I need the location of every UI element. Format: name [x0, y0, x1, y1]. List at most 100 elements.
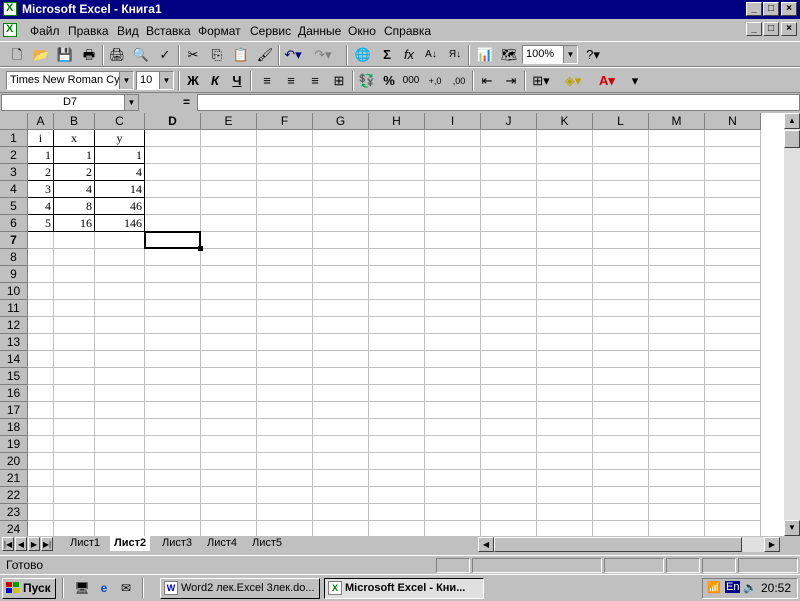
row-header-22[interactable]: 22 [0, 487, 28, 504]
cell-m19[interactable] [649, 436, 705, 453]
cell-g9[interactable] [313, 266, 369, 283]
column-header-c[interactable]: C [95, 113, 145, 130]
cell-l10[interactable] [593, 283, 649, 300]
cell-h2[interactable] [369, 147, 425, 164]
cell-n9[interactable] [705, 266, 761, 283]
cell-a8[interactable] [28, 249, 54, 266]
cell-j15[interactable] [481, 368, 537, 385]
cell-d19[interactable] [145, 436, 201, 453]
maximize-button[interactable]: □ [763, 2, 779, 16]
cell-m3[interactable] [649, 164, 705, 181]
row-header-13[interactable]: 13 [0, 334, 28, 351]
cell-n13[interactable] [705, 334, 761, 351]
cell-n23[interactable] [705, 504, 761, 521]
cell-n21[interactable] [705, 470, 761, 487]
cell-a24[interactable] [28, 521, 54, 536]
font-size-combo[interactable]: 10 ▼ [136, 71, 174, 90]
cell-f20[interactable] [257, 453, 313, 470]
cell-i17[interactable] [425, 402, 481, 419]
cell-n20[interactable] [705, 453, 761, 470]
cell-f1[interactable] [257, 130, 313, 147]
cell-f21[interactable] [257, 470, 313, 487]
cell-d10[interactable] [145, 283, 201, 300]
cell-d21[interactable] [145, 470, 201, 487]
cell-c12[interactable] [95, 317, 145, 334]
hscroll-thumb[interactable] [494, 537, 742, 552]
cell-e4[interactable] [201, 181, 257, 198]
cell-n3[interactable] [705, 164, 761, 181]
cell-j16[interactable] [481, 385, 537, 402]
cell-g10[interactable] [313, 283, 369, 300]
cell-f11[interactable] [257, 300, 313, 317]
cell-d5[interactable] [145, 198, 201, 215]
cell-f15[interactable] [257, 368, 313, 385]
cell-e23[interactable] [201, 504, 257, 521]
column-header-m[interactable]: M [649, 113, 705, 130]
row-header-7[interactable]: 7 [0, 232, 28, 249]
cell-k10[interactable] [537, 283, 593, 300]
menu-data[interactable]: Данные [298, 24, 341, 38]
cell-d4[interactable] [145, 181, 201, 198]
cell-c20[interactable] [95, 453, 145, 470]
cell-f24[interactable] [257, 521, 313, 536]
minimize-button[interactable]: _ [746, 2, 762, 16]
excel-app-icon[interactable] [3, 2, 17, 16]
cell-k20[interactable] [537, 453, 593, 470]
cell-f6[interactable] [257, 215, 313, 232]
align-right-icon[interactable]: ≡ [304, 71, 326, 91]
cell-d12[interactable] [145, 317, 201, 334]
cell-b15[interactable] [54, 368, 95, 385]
cell-j6[interactable] [481, 215, 537, 232]
cell-a9[interactable] [28, 266, 54, 283]
save-icon[interactable]: 💾 [54, 45, 76, 65]
cell-a7[interactable] [28, 232, 54, 249]
cell-b20[interactable] [54, 453, 95, 470]
cell-h22[interactable] [369, 487, 425, 504]
cell-a16[interactable] [28, 385, 54, 402]
column-header-n[interactable]: N [705, 113, 761, 130]
cell-j3[interactable] [481, 164, 537, 181]
cell-h10[interactable] [369, 283, 425, 300]
align-left-icon[interactable]: ≡ [256, 71, 278, 91]
cell-m24[interactable] [649, 521, 705, 536]
cell-e10[interactable] [201, 283, 257, 300]
cell-n6[interactable] [705, 215, 761, 232]
cell-c18[interactable] [95, 419, 145, 436]
cell-c4[interactable]: 14 [95, 181, 145, 198]
row-header-20[interactable]: 20 [0, 453, 28, 470]
increase-decimal-button[interactable]: +,0 [424, 71, 446, 91]
cell-c6[interactable]: 146 [95, 215, 145, 232]
row-header-23[interactable]: 23 [0, 504, 28, 521]
cell-m12[interactable] [649, 317, 705, 334]
cell-i18[interactable] [425, 419, 481, 436]
cell-k11[interactable] [537, 300, 593, 317]
cell-k4[interactable] [537, 181, 593, 198]
cell-f22[interactable] [257, 487, 313, 504]
sheet-tab-4[interactable]: Лист4 [203, 536, 241, 551]
cell-c9[interactable] [95, 266, 145, 283]
cell-l18[interactable] [593, 419, 649, 436]
cell-i10[interactable] [425, 283, 481, 300]
column-header-j[interactable]: J [481, 113, 537, 130]
cell-m4[interactable] [649, 181, 705, 198]
cell-i11[interactable] [425, 300, 481, 317]
chevron-down-icon[interactable]: ▼ [119, 72, 133, 89]
cell-a15[interactable] [28, 368, 54, 385]
cell-d13[interactable] [145, 334, 201, 351]
cell-g14[interactable] [313, 351, 369, 368]
help-icon[interactable]: ?▾ [582, 45, 604, 65]
cell-d16[interactable] [145, 385, 201, 402]
cell-e8[interactable] [201, 249, 257, 266]
chevron-down-icon[interactable]: ▼ [159, 72, 173, 89]
cell-n16[interactable] [705, 385, 761, 402]
cell-e21[interactable] [201, 470, 257, 487]
cell-d11[interactable] [145, 300, 201, 317]
cell-j24[interactable] [481, 521, 537, 536]
cell-b3[interactable]: 2 [54, 164, 95, 181]
cell-l15[interactable] [593, 368, 649, 385]
cell-j11[interactable] [481, 300, 537, 317]
cell-k16[interactable] [537, 385, 593, 402]
cell-l6[interactable] [593, 215, 649, 232]
cell-m21[interactable] [649, 470, 705, 487]
cell-b6[interactable]: 16 [54, 215, 95, 232]
